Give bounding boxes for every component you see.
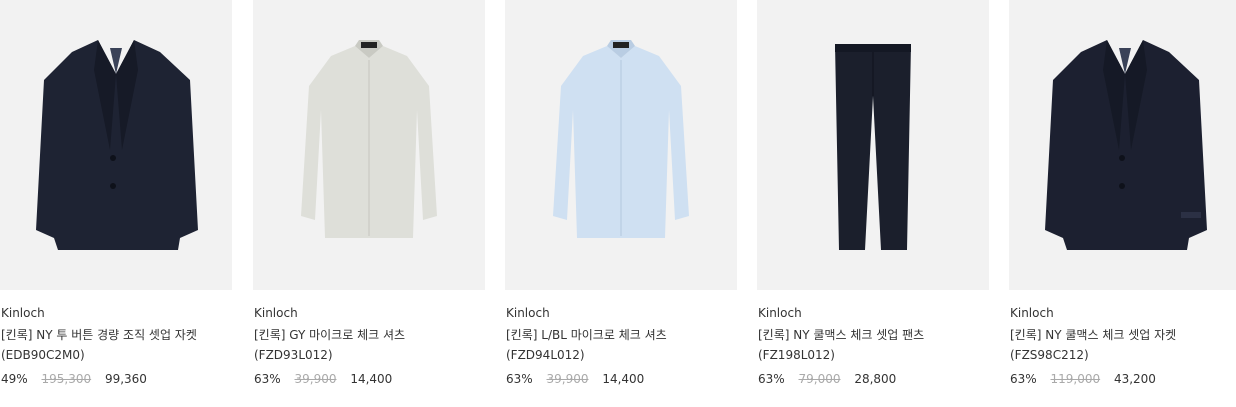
price-row: 63% 39,900 14,400	[506, 371, 737, 387]
lightblue-shirt-icon	[553, 40, 689, 238]
original-price: 195,300	[41, 372, 92, 386]
price-row: 63% 79,000 28,800	[758, 371, 989, 387]
product-name[interactable]: [킨록] NY 쿨맥스 체크 셋업 자켓 (FZS98C212)	[1010, 325, 1236, 365]
sale-price: 14,400	[602, 372, 645, 386]
navy-pants-icon	[835, 44, 911, 250]
sale-price: 14,400	[350, 372, 393, 386]
product-card[interactable]: Kinloch [킨록] NY 투 버튼 경량 조직 셋업 자켓(EDB90C2…	[0, 0, 232, 407]
original-price: 119,000	[1050, 372, 1101, 386]
discount-rate: 63%	[254, 372, 281, 386]
sale-price: 43,200	[1113, 372, 1156, 386]
product-name[interactable]: [킨록] L/BL 마이크로 체크 셔츠 (FZD94L012)	[506, 325, 737, 365]
navy-jacket-icon	[1045, 40, 1207, 250]
product-image[interactable]	[0, 0, 232, 290]
original-price: 79,000	[798, 372, 841, 386]
product-name[interactable]: [킨록] GY 마이크로 체크 셔츠 (FZD93L012)	[254, 325, 485, 365]
price-row: 63% 119,000 43,200	[1010, 371, 1236, 387]
product-image[interactable]	[757, 0, 989, 290]
product-name[interactable]: [킨록] NY 쿨맥스 체크 셋업 팬츠 (FZ198L012)	[758, 325, 989, 365]
original-price: 39,900	[546, 372, 589, 386]
product-brand: Kinloch	[254, 306, 298, 320]
product-name[interactable]: [킨록] NY 투 버튼 경량 조직 셋업 자켓(EDB90C2M0)	[1, 325, 232, 365]
product-brand: Kinloch	[1010, 306, 1054, 320]
product-brand: Kinloch	[1, 306, 45, 320]
product-card[interactable]: Kinloch [킨록] NY 쿨맥스 체크 셋업 팬츠 (FZ198L012)…	[757, 0, 989, 407]
sale-price: 99,360	[104, 372, 147, 386]
sale-price: 28,800	[854, 372, 897, 386]
product-grid: Kinloch [킨록] NY 투 버튼 경량 조직 셋업 자켓(EDB90C2…	[0, 0, 1236, 407]
product-image[interactable]	[253, 0, 485, 290]
product-card[interactable]: Kinloch [킨록] NY 쿨맥스 체크 셋업 자켓 (FZS98C212)…	[1009, 0, 1236, 407]
discount-rate: 63%	[758, 372, 785, 386]
discount-rate: 63%	[1010, 372, 1037, 386]
product-image[interactable]	[1009, 0, 1236, 290]
gray-shirt-icon	[301, 40, 437, 238]
product-brand: Kinloch	[758, 306, 802, 320]
navy-jacket-icon	[36, 40, 198, 250]
product-card[interactable]: Kinloch [킨록] GY 마이크로 체크 셔츠 (FZD93L012) 6…	[253, 0, 485, 407]
discount-rate: 63%	[506, 372, 533, 386]
product-card[interactable]: Kinloch [킨록] L/BL 마이크로 체크 셔츠 (FZD94L012)…	[505, 0, 737, 407]
discount-rate: 49%	[1, 372, 28, 386]
product-image[interactable]	[505, 0, 737, 290]
product-brand: Kinloch	[506, 306, 550, 320]
price-row: 49% 195,300 99,360	[1, 371, 232, 387]
price-row: 63% 39,900 14,400	[254, 371, 485, 387]
original-price: 39,900	[294, 372, 337, 386]
